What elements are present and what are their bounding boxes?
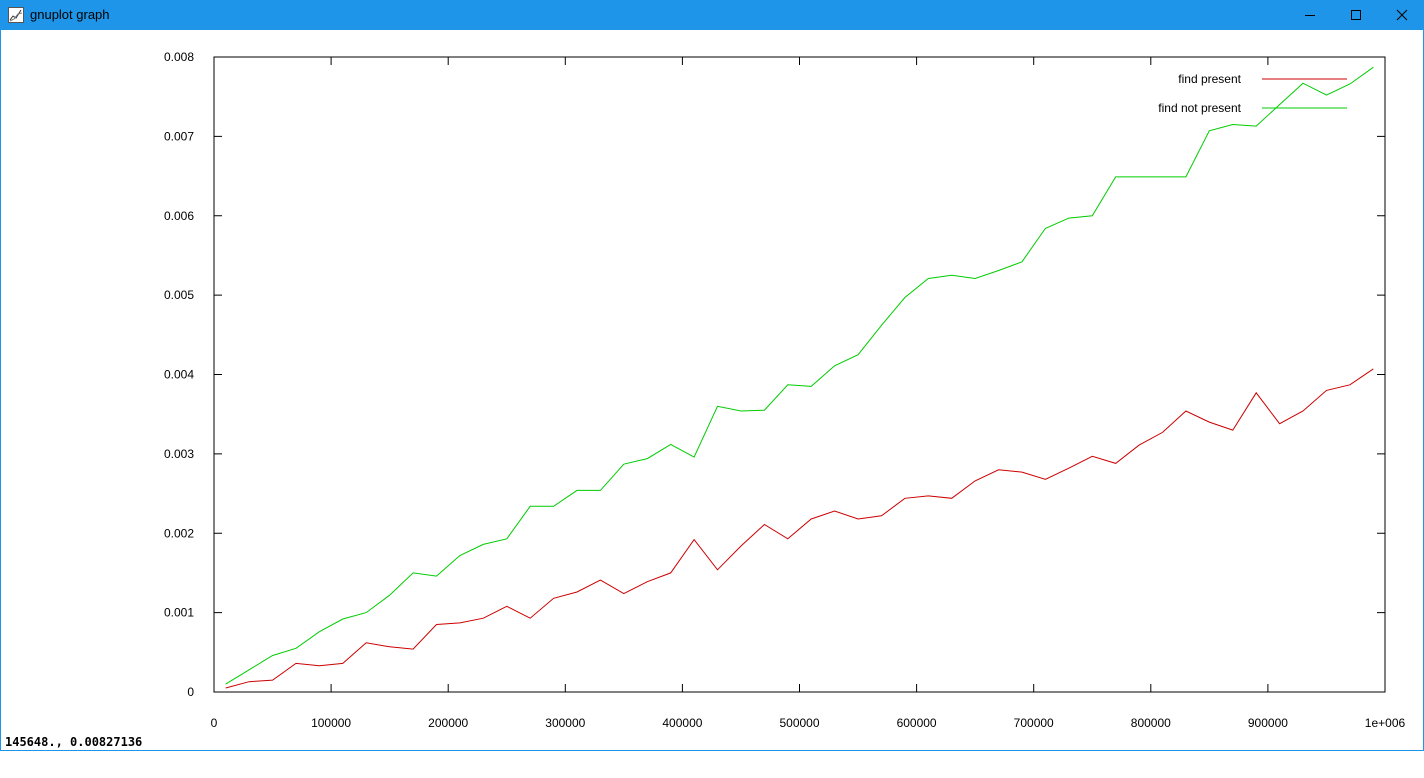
title-bar: gnuplot graph bbox=[0, 0, 1424, 30]
line-chart: 0 0.001 0.002 0.003 0.004 0.005 0.006 0.007 0.00… bbox=[164, 50, 1406, 730]
plot-frame bbox=[213, 56, 1386, 693]
legend-label: find not present bbox=[1158, 101, 1241, 115]
x-tick-label: 700000 bbox=[1014, 716, 1054, 730]
y-tick-label: 0.002 bbox=[164, 526, 194, 540]
x-tick-label: 900000 bbox=[1248, 716, 1288, 730]
plot-window[interactable]: 0 0.001 0.002 0.003 0.004 0.005 0.006 0.007 0.00… bbox=[0, 30, 1424, 750]
y-tick-label: 0.007 bbox=[164, 129, 194, 143]
x-tick-label: 0 bbox=[211, 716, 218, 730]
legend-label: find present bbox=[1178, 72, 1241, 86]
status-bar: 145648., 0.00827136 bbox=[0, 735, 1424, 750]
y-tick-label: 0 bbox=[187, 685, 194, 699]
y-tick-label: 0.008 bbox=[164, 50, 194, 64]
series-line-find-not-present bbox=[225, 66, 1374, 685]
window-title: gnuplot graph bbox=[30, 7, 110, 22]
x-tick-label: 200000 bbox=[428, 716, 468, 730]
x-tick-label: 1e+006 bbox=[1365, 716, 1406, 730]
series-line-find-present bbox=[225, 368, 1374, 689]
y-tick-label: 0.004 bbox=[164, 368, 194, 382]
maximize-icon bbox=[1351, 10, 1361, 20]
y-tick-label: 0.001 bbox=[164, 606, 194, 620]
x-tick-label: 300000 bbox=[545, 716, 585, 730]
y-tick-label: 0.003 bbox=[164, 447, 194, 461]
minimize-icon bbox=[1305, 15, 1315, 16]
x-tick-label: 800000 bbox=[1131, 716, 1171, 730]
x-tick-label: 100000 bbox=[311, 716, 351, 730]
x-tick-label: 400000 bbox=[662, 716, 702, 730]
x-tick-label: 600000 bbox=[897, 716, 937, 730]
gnuplot-app-icon[interactable] bbox=[8, 7, 24, 23]
y-tick-label: 0.005 bbox=[164, 288, 194, 302]
window-bottom-edge bbox=[0, 750, 1424, 778]
x-tick-label: 500000 bbox=[779, 716, 819, 730]
maximize-button[interactable] bbox=[1333, 0, 1379, 30]
close-icon bbox=[1396, 9, 1408, 21]
y-tick-label: 0.006 bbox=[164, 209, 194, 223]
minimize-button[interactable] bbox=[1287, 0, 1333, 30]
close-button[interactable] bbox=[1379, 0, 1424, 30]
mouse-coordinates: 145648., 0.00827136 bbox=[5, 735, 143, 749]
